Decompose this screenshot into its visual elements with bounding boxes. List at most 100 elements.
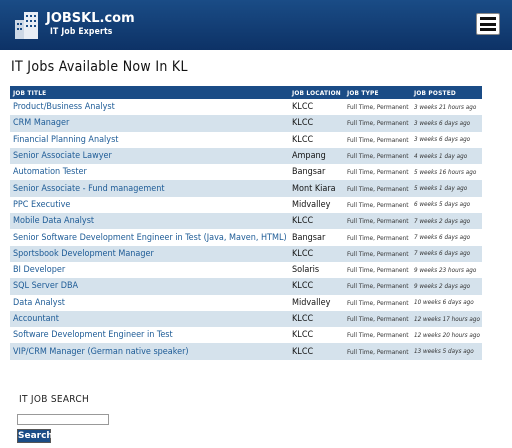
job-location-cell: Bangsar bbox=[289, 164, 344, 181]
job-location-cell: KLCC bbox=[289, 343, 344, 360]
job-title-link[interactable]: Senior Associate Lawyer bbox=[13, 151, 112, 161]
job-location-cell: KLCC bbox=[289, 131, 344, 148]
table-header-row: JOB TITLE JOB LOCATION JOB TYPE JOB POST… bbox=[10, 86, 482, 99]
job-title-link-cell: Automation Tester bbox=[10, 164, 289, 181]
job-posted-cell: 9 weeks 2 days ago bbox=[411, 278, 482, 295]
job-type-cell: Full Time, Permanent bbox=[344, 310, 411, 328]
hamburger-menu-icon[interactable] bbox=[476, 13, 500, 35]
job-title-link[interactable]: PPC Executive bbox=[13, 200, 70, 210]
column-header-posted[interactable]: JOB POSTED bbox=[411, 86, 482, 99]
table-row: Senior Software Development Engineer in … bbox=[10, 229, 482, 246]
column-header-type[interactable]: JOB TYPE bbox=[344, 86, 411, 99]
table-row: VIP/CRM Manager (German native speaker) K… bbox=[10, 343, 482, 360]
table-row: BI Developer Solaris Full Time, Permanent 9… bbox=[10, 261, 482, 279]
job-posted-cell: 7 weeks 2 days ago bbox=[411, 213, 482, 230]
search-section-title: IT JOB SEARCH bbox=[19, 394, 90, 405]
job-title-link[interactable]: SQL Server DBA bbox=[13, 281, 78, 291]
job-title-link-cell: CRM Manager bbox=[10, 115, 289, 132]
job-posted-cell: 4 weeks 1 day ago bbox=[411, 147, 482, 165]
job-location-cell: Midvalley bbox=[289, 196, 344, 214]
job-title-link[interactable]: CRM Manager bbox=[13, 118, 69, 128]
job-title-link-cell: Sportsbook Development Manager bbox=[10, 245, 289, 262]
site-brand[interactable]: JOBSKL.com bbox=[46, 12, 135, 25]
job-type-cell: Full Time, Permanent bbox=[344, 115, 411, 132]
job-title-link[interactable]: Financial Planning Analyst bbox=[13, 135, 118, 145]
job-type-cell: Full Time, Permanent bbox=[344, 229, 411, 246]
job-title-link[interactable]: Senior Software Development Engineer in … bbox=[13, 233, 287, 243]
building-logo-icon[interactable] bbox=[14, 8, 40, 40]
page-title: IT Jobs Available Now In KL bbox=[11, 59, 188, 75]
job-title-link[interactable]: BI Developer bbox=[13, 265, 65, 275]
job-type-cell: Full Time, Permanent bbox=[344, 131, 411, 148]
job-posted-cell: 7 weeks 6 days ago bbox=[411, 245, 482, 262]
table-row: Software Development Engineer in Test KLC… bbox=[10, 327, 482, 344]
table-row: CRM Manager KLCC Full Time, Permanent 3 wee… bbox=[10, 115, 482, 132]
job-location-cell: KLCC bbox=[289, 245, 344, 262]
job-title-link-cell: Senior Associate Lawyer bbox=[10, 147, 289, 165]
job-type-cell: Full Time, Permanent bbox=[344, 261, 411, 279]
job-title-link[interactable]: VIP/CRM Manager (German native speaker) bbox=[13, 347, 189, 357]
search-button[interactable]: Search bbox=[17, 429, 53, 443]
job-posted-cell: 6 weeks 5 days ago bbox=[411, 196, 482, 214]
job-location-cell: KLCC bbox=[289, 115, 344, 132]
job-title-link[interactable]: Data Analyst bbox=[13, 298, 65, 308]
table-row: Senior Associate - Fund management Mont K… bbox=[10, 180, 482, 197]
jobs-table-container: JOB TITLE JOB LOCATION JOB TYPE JOB POST… bbox=[10, 86, 482, 360]
job-title-link-cell: Senior Associate - Fund management bbox=[10, 180, 289, 197]
job-title-link[interactable]: Automation Tester bbox=[13, 167, 87, 177]
search-input[interactable] bbox=[17, 414, 109, 425]
job-location-cell: KLCC bbox=[289, 213, 344, 230]
job-posted-cell: 3 weeks 21 hours ago bbox=[411, 99, 482, 116]
job-location-cell: Midvalley bbox=[289, 294, 344, 311]
job-type-cell: Full Time, Permanent bbox=[344, 245, 411, 262]
job-title-link-cell: SQL Server DBA bbox=[10, 278, 289, 295]
job-type-cell: Full Time, Permanent bbox=[344, 294, 411, 311]
job-location-cell: Bangsar bbox=[289, 229, 344, 246]
table-row: Automation Tester Bangsar Full Time, Perma… bbox=[10, 164, 482, 181]
job-title-link[interactable]: Mobile Data Analyst bbox=[13, 216, 94, 226]
job-title-link[interactable]: Sportsbook Development Manager bbox=[13, 249, 154, 259]
job-title-link-cell: Software Development Engineer in Test bbox=[10, 327, 289, 344]
job-title-link-cell: Mobile Data Analyst bbox=[10, 213, 289, 230]
job-posted-cell: 9 weeks 23 hours ago bbox=[411, 261, 482, 279]
column-header-title[interactable]: JOB TITLE bbox=[10, 86, 289, 99]
table-row: Accountant KLCC Full Time, Permanent 12 wee… bbox=[10, 310, 482, 328]
job-type-cell: Full Time, Permanent bbox=[344, 196, 411, 214]
job-posted-cell: 5 weeks 1 day ago bbox=[411, 180, 482, 197]
table-row: Senior Associate Lawyer Ampang Full Time, … bbox=[10, 147, 482, 165]
job-type-cell: Full Time, Permanent bbox=[344, 164, 411, 181]
job-type-cell: Full Time, Permanent bbox=[344, 180, 411, 197]
column-header-location[interactable]: JOB LOCATION bbox=[289, 86, 344, 99]
job-posted-cell: 3 weeks 6 days ago bbox=[411, 115, 482, 132]
table-row: Mobile Data Analyst KLCC Full Time, Perman… bbox=[10, 213, 482, 230]
job-location-cell: Mont Kiara bbox=[289, 180, 344, 197]
job-type-cell: Full Time, Permanent bbox=[344, 147, 411, 165]
jobs-table-body: Product/Business Analyst KLCC Full Time, P… bbox=[10, 99, 482, 360]
job-type-cell: Full Time, Permanent bbox=[344, 99, 411, 116]
job-title-link[interactable]: Software Development Engineer in Test bbox=[13, 330, 173, 340]
table-row: Sportsbook Development Manager KLCC Full T… bbox=[10, 245, 482, 262]
table-row: Product/Business Analyst KLCC Full Time, P… bbox=[10, 99, 482, 116]
job-location-cell: KLCC bbox=[289, 278, 344, 295]
job-title-link-cell: Senior Software Development Engineer in … bbox=[10, 229, 289, 246]
job-title-link-cell: Accountant bbox=[10, 310, 289, 328]
jobs-table: JOB TITLE JOB LOCATION JOB TYPE JOB POST… bbox=[10, 86, 482, 360]
job-title-link[interactable]: Senior Associate - Fund management bbox=[13, 184, 165, 194]
job-title-link-cell: BI Developer bbox=[10, 261, 289, 279]
job-title-link-cell: Data Analyst bbox=[10, 294, 289, 311]
job-posted-cell: 13 weeks 5 days ago bbox=[411, 343, 482, 360]
job-location-cell: Ampang bbox=[289, 147, 344, 165]
job-title-link-cell: PPC Executive bbox=[10, 196, 289, 214]
job-location-cell: KLCC bbox=[289, 327, 344, 344]
job-type-cell: Full Time, Permanent bbox=[344, 343, 411, 360]
job-title-link[interactable]: Product/Business Analyst bbox=[13, 102, 115, 112]
job-type-cell: Full Time, Permanent bbox=[344, 278, 411, 295]
site-header: JOBSKL.com IT Job Experts bbox=[0, 0, 512, 50]
job-posted-cell: 12 weeks 20 hours ago bbox=[411, 327, 482, 344]
site-tagline: IT Job Experts bbox=[50, 27, 113, 37]
job-location-cell: KLCC bbox=[289, 99, 344, 116]
job-type-cell: Full Time, Permanent bbox=[344, 213, 411, 230]
job-posted-cell: 7 weeks 6 days ago bbox=[411, 229, 482, 246]
job-title-link[interactable]: Accountant bbox=[13, 314, 59, 324]
job-title-link-cell: Product/Business Analyst bbox=[10, 99, 289, 116]
